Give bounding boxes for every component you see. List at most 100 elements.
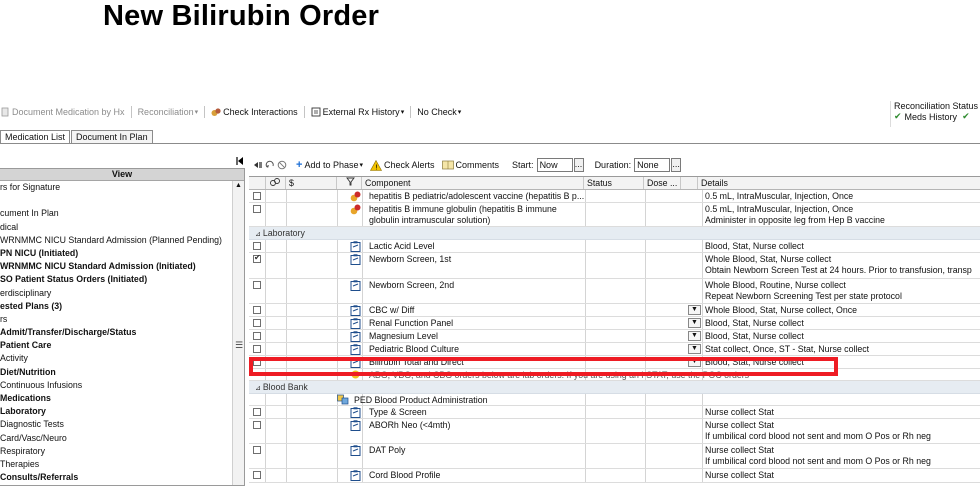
add-to-phase-menu[interactable]: + Add to Phase ▾: [296, 159, 363, 171]
scroll-up-icon[interactable]: ▲: [233, 181, 244, 191]
view-item[interactable]: SO Patient Status Orders (Initiated): [0, 273, 232, 286]
filter-icon[interactable]: [337, 177, 362, 189]
view-item[interactable]: PN NICU (Initiated): [0, 247, 232, 260]
grid-header-dollar[interactable]: $: [286, 177, 337, 189]
details-dropdown-button[interactable]: ▼: [688, 357, 701, 367]
view-item[interactable]: Admit/Transfer/Discharge/Status: [0, 326, 232, 339]
order-checkbox[interactable]: [253, 192, 261, 200]
order-checkbox[interactable]: [253, 408, 261, 416]
no-check-menu[interactable]: No Check ▾: [417, 107, 461, 117]
order-row[interactable]: Magnesium Level ▼ Blood, Stat, Nurse colle…: [249, 330, 980, 343]
view-item[interactable]: Diet/Nutrition: [0, 366, 232, 379]
view-item[interactable]: erdisciplinary: [0, 287, 232, 300]
external-rx-history-menu[interactable]: External Rx History ▾: [311, 107, 404, 117]
meds-history-status[interactable]: ✔ Meds History ✔: [894, 111, 980, 122]
order-checkbox[interactable]: [253, 280, 261, 289]
order-row[interactable]: DAT Poly Nurse collect Stat If umbilical c…: [249, 443, 980, 469]
view-item[interactable]: cument In Plan: [0, 207, 232, 220]
view-item[interactable]: rs for Signature: [0, 181, 232, 194]
comments-button[interactable]: Comments: [441, 160, 499, 170]
grid-header-details[interactable]: Details: [698, 177, 980, 189]
order-row[interactable]: Bilirubin Total and Direct ▼ Blood, Stat, …: [249, 356, 980, 369]
column-divider: [645, 304, 646, 316]
view-item[interactable]: WRNMMC NICU Standard Admission (Planned …: [0, 234, 232, 247]
order-row[interactable]: Cord Blood Profile Nurse collect Stat: [249, 469, 980, 483]
collapse-caret-icon[interactable]: ⊿: [255, 231, 263, 238]
order-row[interactable]: ABORh Neo (<4mth) Nurse collect Stat If um…: [249, 418, 980, 444]
grid-header-status[interactable]: Status: [584, 177, 644, 189]
view-scrollbar[interactable]: ▲: [232, 181, 244, 485]
order-row[interactable]: hepatitis B pediatric/adolescent vaccine…: [249, 190, 980, 203]
view-item[interactable]: Medications: [0, 392, 232, 405]
collapse-caret-icon[interactable]: ⊿: [255, 385, 263, 392]
view-item[interactable]: [0, 194, 232, 207]
duration-input[interactable]: None: [634, 158, 671, 172]
view-item[interactable]: rs: [0, 313, 232, 326]
panel-splitter-icon[interactable]: ☰: [235, 340, 243, 351]
order-row[interactable]: hepatitis B immune globulin (hepatitis B…: [249, 203, 980, 227]
column-divider: [337, 240, 338, 252]
start-picker-button[interactable]: ...: [573, 158, 584, 172]
order-checkbox[interactable]: ✔: [253, 253, 261, 263]
order-checkbox[interactable]: [253, 420, 261, 429]
document-medication-label: Document Medication by Hx: [12, 107, 125, 117]
view-item[interactable]: Diagnostic Tests: [0, 418, 232, 431]
view-item[interactable]: dical: [0, 221, 232, 234]
details-dropdown-button[interactable]: ▼: [688, 331, 701, 341]
view-item[interactable]: Patient Care: [0, 339, 232, 352]
details-dropdown-button[interactable]: ▼: [688, 305, 701, 315]
start-input[interactable]: Now: [536, 158, 573, 172]
collapse-panel-icon[interactable]: [236, 156, 244, 168]
section-blood-bank[interactable]: ⊿ Blood Bank: [249, 381, 980, 394]
view-item[interactable]: Activity: [0, 352, 232, 365]
check-interactions-button[interactable]: Check Interactions: [211, 107, 298, 117]
prohibit-icon[interactable]: [277, 160, 287, 170]
details-dropdown-button[interactable]: ▼: [688, 344, 701, 354]
column-divider: [585, 317, 586, 329]
toolbar-divider: [303, 106, 305, 118]
order-checkbox[interactable]: [253, 332, 261, 340]
column-divider: [585, 190, 586, 202]
order-checkbox[interactable]: [253, 345, 261, 353]
order-row[interactable]: Newborn Screen, 2nd Whole Blood, Routine,…: [249, 278, 980, 304]
order-row[interactable]: ✔ Newborn Screen, 1st Whole Blood, Stat, N…: [249, 253, 980, 279]
view-item[interactable]: WRNMMC NICU Standard Admission (Initiate…: [0, 260, 232, 273]
order-row[interactable]: CBC w/ Diff ▼ Whole Blood, Stat, Nurse col…: [249, 304, 980, 317]
subphase-row[interactable]: PED Blood Product Administration: [249, 394, 980, 406]
check-alerts-button[interactable]: ! Check Alerts: [369, 159, 435, 171]
order-checkbox[interactable]: [253, 205, 261, 213]
order-checkbox[interactable]: [253, 306, 261, 314]
tab-document-in-plan[interactable]: Document In Plan: [71, 130, 153, 144]
duration-picker-button[interactable]: ...: [671, 158, 682, 172]
view-item[interactable]: Consults/Referrals: [0, 471, 232, 484]
view-item[interactable]: Continuous Infusions: [0, 379, 232, 392]
tab-medication-list[interactable]: Medication List: [0, 130, 71, 144]
order-checkbox[interactable]: [253, 242, 261, 250]
order-row[interactable]: Pediatric Blood Culture ▼ Stat collect, On…: [249, 343, 980, 356]
order-checkbox[interactable]: [253, 358, 261, 366]
column-divider: [265, 469, 266, 482]
reconciliation-menu[interactable]: Reconciliation ▾: [138, 107, 199, 117]
section-laboratory[interactable]: ⊿ Laboratory: [249, 227, 980, 240]
order-component: ABORh Neo (<4mth): [369, 419, 451, 430]
grid-header-component[interactable]: Component: [362, 177, 584, 189]
expand-arrow-icon[interactable]: [253, 160, 263, 170]
details-dropdown-button[interactable]: ▼: [688, 318, 701, 328]
order-checkbox[interactable]: [253, 319, 261, 327]
order-row[interactable]: Lactic Acid Level Blood, Stat, Nurse coll…: [249, 240, 980, 253]
order-checkbox[interactable]: [253, 445, 261, 454]
column-divider: [337, 278, 338, 303]
refresh-icon[interactable]: [265, 160, 275, 170]
view-item[interactable]: Laboratory: [0, 405, 232, 418]
link-icon: [270, 178, 280, 186]
order-row[interactable]: Renal Function Panel ▼ Blood, Stat, Nurse …: [249, 317, 980, 330]
view-item[interactable]: Card/Vasc/Neuro: [0, 432, 232, 445]
order-row[interactable]: Type & Screen Nurse collect Stat: [249, 406, 980, 419]
order-checkbox[interactable]: [253, 471, 261, 479]
view-item[interactable]: ested Plans (3): [0, 300, 232, 313]
order-details-line2: Obtain Newborn Screen Test at 24 hours. …: [705, 265, 972, 275]
grid-header-dose[interactable]: Dose ...: [644, 177, 681, 189]
document-medication-button[interactable]: Document Medication by Hx: [0, 107, 125, 117]
view-item[interactable]: Respiratory: [0, 445, 232, 458]
view-item[interactable]: Therapies: [0, 458, 232, 471]
